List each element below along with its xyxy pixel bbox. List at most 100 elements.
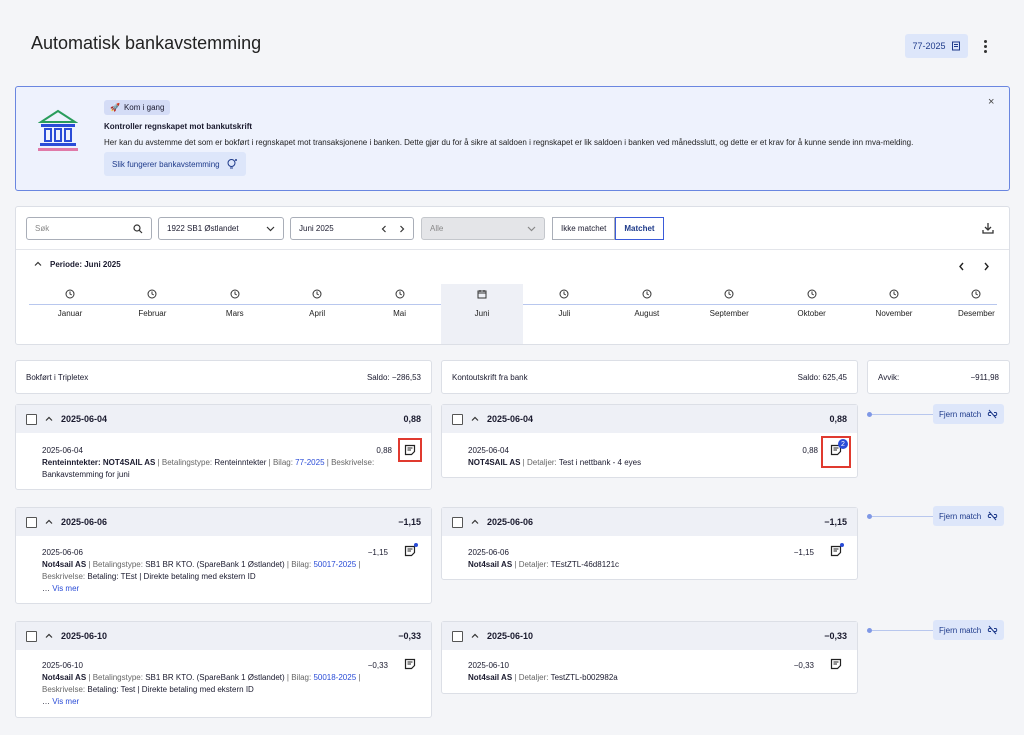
group-checkbox[interactable]	[452, 630, 463, 642]
group-checkbox[interactable]	[26, 516, 37, 528]
group-checkbox[interactable]	[26, 413, 37, 425]
group-date: 2025-06-04	[487, 414, 534, 424]
close-icon[interactable]: ×	[988, 96, 994, 108]
clock-icon	[147, 289, 157, 299]
month-tab-juli[interactable]: Juli	[523, 284, 605, 344]
match-connector-line	[872, 630, 934, 631]
group-total: −0,33	[398, 631, 421, 641]
deviation-value: −911,98	[970, 372, 999, 382]
group-total: 0,88	[403, 414, 421, 424]
separator: |	[356, 673, 361, 682]
month-tab-mai[interactable]: Mai	[359, 284, 441, 344]
show-more-link[interactable]: Vis mer	[52, 697, 79, 706]
group-checkbox[interactable]	[26, 630, 37, 642]
bank-group: 2025-06-06 −1,15 2025-06-06 −1,15 Not4sai…	[441, 507, 858, 580]
unmatch-label: Fjern match	[939, 511, 982, 521]
month-tab-oktober[interactable]: Oktober	[771, 284, 853, 344]
group-checkbox[interactable]	[452, 413, 463, 425]
month-label: Mars	[225, 309, 244, 318]
chevron-up-icon[interactable]	[45, 518, 53, 526]
getting-started-banner: 🚀 Kom i gang Kontroller regnskapet mot b…	[15, 86, 1010, 191]
chevron-right-icon[interactable]	[399, 225, 405, 233]
search-input[interactable]: Søk	[26, 217, 152, 240]
period-header[interactable]: Periode: Juni 2025	[34, 260, 121, 269]
banner-text: Her kan du avstemme det som er bokført i…	[104, 138, 914, 147]
chevron-left-icon[interactable]	[958, 262, 965, 271]
chevron-up-icon[interactable]	[471, 518, 479, 526]
clock-icon	[395, 289, 405, 299]
chevron-up-icon[interactable]	[45, 415, 53, 423]
description-label: Beskrivelse:	[331, 458, 375, 467]
group-header: 2025-06-10 −0,33	[442, 622, 857, 650]
unlink-icon	[987, 511, 998, 521]
month-tab-mars[interactable]: Mars	[194, 284, 276, 344]
month-tab-desember[interactable]: Desember	[935, 284, 1017, 344]
download-icon[interactable]	[982, 222, 994, 234]
attachment-dot	[414, 543, 418, 547]
type-select[interactable]: Alle	[421, 217, 545, 240]
month-tab-november[interactable]: November	[853, 284, 935, 344]
details-label: Detaljer:	[518, 560, 551, 569]
month-tab-januar[interactable]: Januar	[29, 284, 111, 344]
match-connector-line	[872, 414, 934, 415]
filter-panel: Søk 1922 SB1 Østlandet Juni 2025 Alle Ik…	[15, 206, 1010, 345]
more-options-icon[interactable]	[979, 36, 991, 56]
unmatch-button[interactable]: Fjern match	[933, 404, 1005, 424]
attachment-icon[interactable]	[830, 658, 842, 670]
voucher-link[interactable]: 77-2025	[295, 458, 324, 467]
highlight-box	[821, 436, 851, 468]
period-header-label: Periode: Juni 2025	[50, 260, 121, 269]
voucher-link[interactable]: 50017-2025	[313, 560, 356, 569]
month-tab-september[interactable]: September	[688, 284, 770, 344]
bank-entry[interactable]: 2025-06-06 −1,15 Not4sail AS | Detaljer: …	[468, 547, 814, 571]
payment-type-label: Betalingstype:	[161, 458, 215, 467]
bank-group: 2025-06-04 0,88 2025-06-04 0,88 NOT4SAIL …	[441, 404, 858, 478]
group-checkbox[interactable]	[452, 516, 463, 528]
entry-name: Not4sail AS	[42, 673, 87, 682]
unmatch-button[interactable]: Fjern match	[933, 506, 1005, 526]
deviation-header: Avvik: −911,98	[867, 360, 1010, 394]
voucher-label: Bilag:	[291, 560, 314, 569]
chevron-left-icon[interactable]	[381, 225, 387, 233]
month-tab-april[interactable]: April	[276, 284, 358, 344]
period-picker[interactable]: Juni 2025	[290, 217, 414, 240]
chevron-right-icon[interactable]	[983, 262, 990, 271]
voucher-label: Bilag:	[291, 673, 314, 682]
ledger-entry[interactable]: 2025-06-06 −1,15 Not4sail AS | Betalingst…	[42, 547, 388, 595]
month-label: Mai	[393, 309, 407, 318]
entry-date: 2025-06-06	[42, 548, 83, 557]
ledger-entry[interactable]: 2025-06-04 0,88 Renteinntekter: NOT4SAIL …	[42, 445, 392, 481]
entry-amount: −1,15	[367, 548, 388, 557]
ledger-entry[interactable]: 2025-06-10 −0,33 Not4sail AS | Betalingst…	[42, 660, 388, 708]
month-tab-juni[interactable]: Juni	[441, 284, 523, 344]
entry-amount: −0,33	[793, 661, 814, 670]
unmatch-label: Fjern match	[939, 625, 982, 635]
bank-entry[interactable]: 2025-06-04 0,88 NOT4SAIL AS | Detaljer: T…	[468, 445, 818, 469]
period-value: Juni 2025	[299, 224, 334, 233]
voucher-link[interactable]: 50018-2025	[313, 673, 356, 682]
entry-name: Not4sail AS	[468, 673, 513, 682]
clock-icon	[724, 289, 734, 299]
group-total: −0,33	[824, 631, 847, 641]
chevron-up-icon[interactable]	[471, 632, 479, 640]
clock-icon	[642, 289, 652, 299]
chevron-up-icon[interactable]	[471, 415, 479, 423]
chevron-up-icon[interactable]	[45, 632, 53, 640]
account-select[interactable]: 1922 SB1 Østlandet	[158, 217, 284, 240]
unmatch-button[interactable]: Fjern match	[933, 620, 1005, 640]
attachment-icon[interactable]	[404, 658, 416, 670]
month-label: Juli	[558, 309, 571, 318]
voucher-button[interactable]: 77-2025	[905, 34, 968, 58]
page-title: Automatisk bankavstemming	[31, 33, 262, 53]
how-it-works-button[interactable]: Slik fungerer bankavstemming	[104, 152, 246, 176]
group-total: 0,88	[829, 414, 847, 424]
month-tab-august[interactable]: August	[606, 284, 688, 344]
month-label: Februar	[138, 309, 167, 318]
unmatched-toggle[interactable]: Ikke matchet	[552, 217, 616, 240]
show-more-link[interactable]: Vis mer	[52, 584, 79, 593]
month-tab-februar[interactable]: Februar	[111, 284, 193, 344]
bank-entry[interactable]: 2025-06-10 −0,33 Not4sail AS | Detaljer: …	[468, 660, 814, 684]
matched-toggle[interactable]: Matchet	[615, 217, 664, 240]
group-header: 2025-06-10 −0,33	[16, 622, 431, 650]
month-label: Januar	[57, 309, 83, 318]
